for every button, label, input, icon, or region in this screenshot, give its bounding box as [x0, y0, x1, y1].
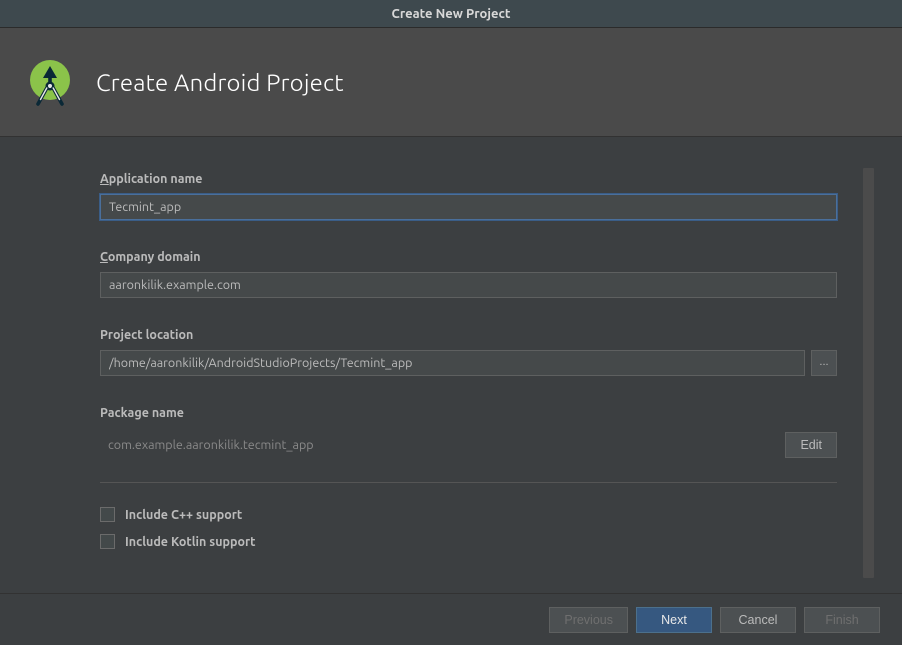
- form-container: Application name Company domain Project …: [0, 137, 902, 593]
- android-studio-logo-icon: [26, 58, 74, 106]
- footer-bar: Previous Next Cancel Finish: [0, 593, 902, 645]
- company-domain-input[interactable]: [100, 272, 837, 298]
- application-name-input[interactable]: [100, 194, 837, 220]
- kotlin-support-row[interactable]: Include Kotlin support: [100, 534, 837, 549]
- vertical-scrollbar[interactable]: [863, 168, 874, 578]
- application-name-label: Application name: [100, 172, 837, 186]
- page-title: Create Android Project: [96, 69, 344, 96]
- edit-package-button[interactable]: Edit: [785, 432, 837, 458]
- finish-button[interactable]: Finish: [804, 607, 880, 633]
- package-name-row: com.example.aaronkilik.tecmint_app Edit: [100, 432, 837, 458]
- divider: [100, 482, 837, 483]
- kotlin-support-checkbox[interactable]: [100, 534, 115, 549]
- previous-button[interactable]: Previous: [549, 607, 628, 633]
- cancel-button[interactable]: Cancel: [720, 607, 796, 633]
- package-name-group: Package name com.example.aaronkilik.tecm…: [100, 406, 837, 458]
- window-titlebar: Create New Project: [0, 0, 902, 28]
- company-domain-label: Company domain: [100, 250, 837, 264]
- browse-button[interactable]: ...: [811, 350, 837, 376]
- content-area: Create Android Project Application name …: [0, 28, 902, 645]
- cpp-support-label: Include C++ support: [125, 508, 242, 522]
- cpp-support-row[interactable]: Include C++ support: [100, 507, 837, 522]
- next-button[interactable]: Next: [636, 607, 712, 633]
- form-fields: Application name Company domain Project …: [100, 172, 863, 583]
- project-location-label: Project location: [100, 328, 837, 342]
- cpp-support-checkbox[interactable]: [100, 507, 115, 522]
- window-title: Create New Project: [392, 7, 511, 21]
- application-name-group: Application name: [100, 172, 837, 220]
- company-domain-group: Company domain: [100, 250, 837, 298]
- header-panel: Create Android Project: [0, 28, 902, 137]
- project-location-group: Project location ...: [100, 328, 837, 376]
- project-location-row: ...: [100, 350, 837, 376]
- package-name-value: com.example.aaronkilik.tecmint_app: [100, 438, 775, 452]
- package-name-label: Package name: [100, 406, 837, 420]
- project-location-input[interactable]: [100, 350, 805, 376]
- kotlin-support-label: Include Kotlin support: [125, 535, 256, 549]
